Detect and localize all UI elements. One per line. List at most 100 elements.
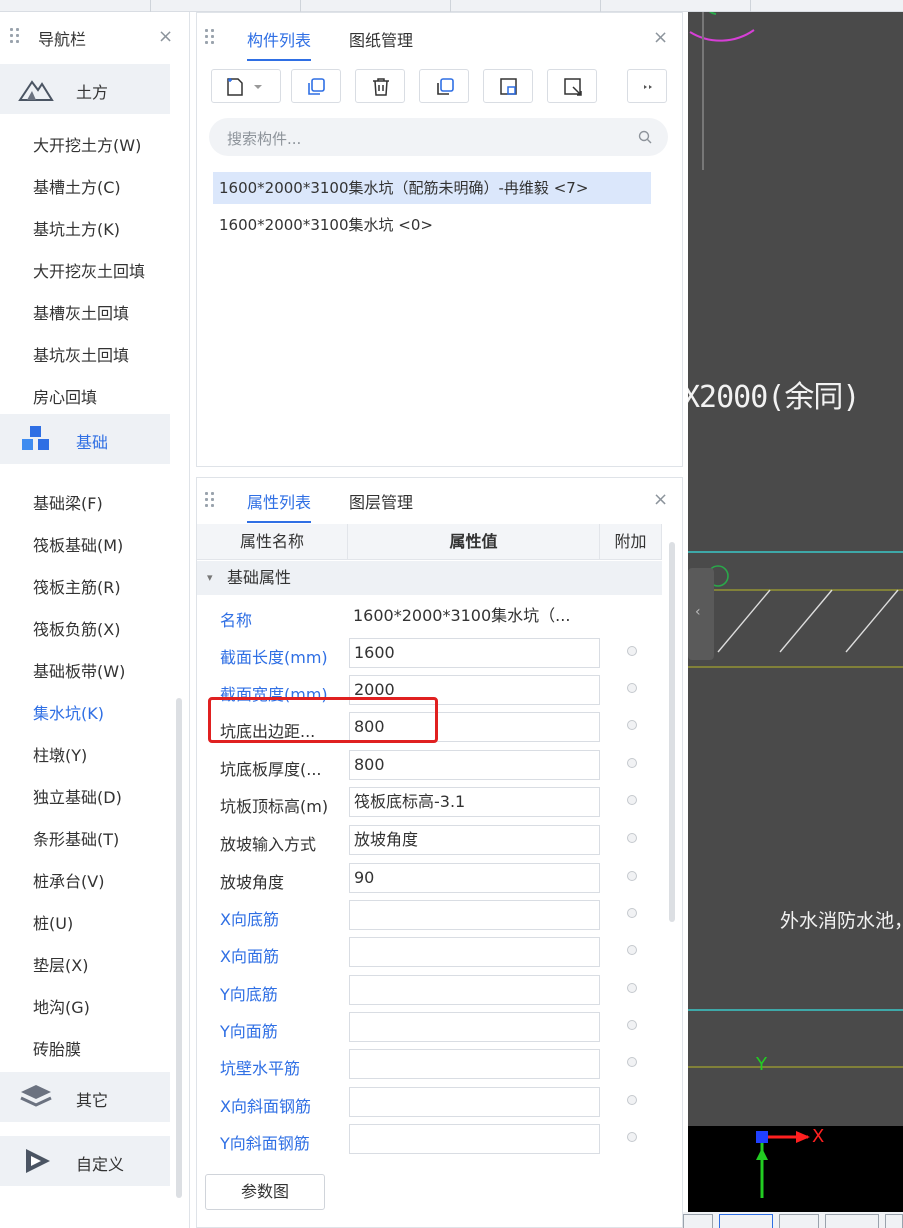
status-toggle-button[interactable] <box>683 1214 713 1228</box>
column-header-extra: 附加 <box>600 524 662 560</box>
property-value[interactable] <box>349 975 600 1005</box>
nav-item[interactable]: 条形基础(T) <box>33 826 119 850</box>
nav-item[interactable]: 大开挖土方(W) <box>33 132 141 156</box>
drag-handle-icon[interactable] <box>205 492 215 508</box>
nav-item[interactable]: 基坑灰土回填 <box>33 342 129 366</box>
parameter-diagram-button[interactable]: 参数图 <box>205 1174 325 1210</box>
property-group-row[interactable]: ▾ 基础属性 <box>197 561 662 595</box>
close-icon[interactable]: × <box>653 491 668 509</box>
extra-checkbox[interactable] <box>627 646 637 656</box>
tab-drawing-management[interactable]: 图纸管理 <box>349 27 413 51</box>
canvas-annotation-text: 外水消防水池，板 <box>780 910 903 932</box>
drawing-canvas[interactable]: X2000(余同) 外水消防水池，板 <box>688 12 903 1212</box>
drag-handle-icon[interactable] <box>205 29 215 45</box>
nav-item[interactable]: 砖胎膜 <box>33 1036 81 1060</box>
nav-item[interactable]: 地沟(G) <box>33 994 90 1018</box>
delete-button[interactable] <box>355 69 405 103</box>
ucs-axis-icon <box>756 1131 810 1198</box>
property-name: X向斜面钢筋 <box>220 1097 311 1116</box>
nav-item[interactable]: 桩承台(V) <box>33 868 104 892</box>
property-name: Y向面筋 <box>220 1022 278 1041</box>
category-custom[interactable]: 自定义 <box>0 1136 170 1186</box>
nav-item[interactable]: 桩(U) <box>33 910 73 934</box>
nav-item-selected[interactable]: 集水坑(K) <box>33 700 104 724</box>
status-toggle-button[interactable] <box>719 1214 773 1228</box>
search-icon[interactable] <box>638 130 652 144</box>
property-value[interactable]: 放坡角度 <box>349 825 600 855</box>
nav-item[interactable]: 独立基础(D) <box>33 784 122 808</box>
property-name: 放坡角度 <box>220 873 285 892</box>
nav-item[interactable]: 基坑土方(K) <box>33 216 120 240</box>
drag-handle-icon[interactable] <box>10 28 20 44</box>
extra-checkbox[interactable] <box>627 833 637 843</box>
close-icon[interactable]: × <box>653 29 668 47</box>
property-value[interactable] <box>349 1087 600 1117</box>
status-toggle-button[interactable] <box>885 1214 903 1228</box>
extra-checkbox[interactable] <box>627 983 637 993</box>
top-divider <box>600 0 601 12</box>
extra-checkbox[interactable] <box>627 908 637 918</box>
nav-item[interactable]: 基槽灰土回填 <box>33 300 129 324</box>
extra-checkbox[interactable] <box>627 758 637 768</box>
status-toggle-button[interactable] <box>825 1214 879 1228</box>
search-input[interactable]: 搜索构件... <box>209 118 668 156</box>
extra-checkbox[interactable] <box>627 1057 637 1067</box>
tab-layer-management[interactable]: 图层管理 <box>349 489 413 513</box>
component-list-item[interactable]: 1600*2000*3100集水坑 <0> <box>213 209 433 241</box>
property-value[interactable]: 1600 <box>349 638 600 668</box>
property-value[interactable] <box>349 1049 600 1079</box>
export-button[interactable] <box>547 69 597 103</box>
nav-scrollbar[interactable] <box>176 698 182 1198</box>
property-value[interactable]: 筏板底标高-3.1 <box>349 787 600 817</box>
nav-item[interactable]: 基槽土方(C) <box>33 174 121 198</box>
collapse-arrow-icon[interactable]: ▾ <box>207 561 213 595</box>
more-button[interactable] <box>627 69 667 103</box>
tab-property-list[interactable]: 属性列表 <box>247 489 312 523</box>
property-value[interactable]: 1600*2000*3100集水坑（... <box>349 602 600 632</box>
property-name: 名称 <box>220 611 253 630</box>
property-name: Y向底筋 <box>220 985 278 1004</box>
nav-item[interactable]: 大开挖灰土回填 <box>33 258 145 282</box>
extra-checkbox[interactable] <box>627 720 637 730</box>
property-value[interactable]: 800 <box>349 750 600 780</box>
nav-item[interactable]: 筏板基础(M) <box>33 532 123 556</box>
property-value[interactable] <box>349 900 600 930</box>
nav-item[interactable]: 筏板负筋(X) <box>33 616 120 640</box>
extra-checkbox[interactable] <box>627 683 637 693</box>
copy-to-floor-button[interactable] <box>419 69 469 103</box>
nav-item[interactable]: 基础板带(W) <box>33 658 125 682</box>
nav-item[interactable]: 柱墩(Y) <box>33 742 87 766</box>
property-value[interactable]: 90 <box>349 863 600 893</box>
extra-checkbox[interactable] <box>627 945 637 955</box>
property-value[interactable] <box>349 1124 600 1154</box>
property-value[interactable] <box>349 937 600 967</box>
component-list-item-selected[interactable]: 1600*2000*3100集水坑（配筋未明确）-冉维毅 <7> <box>213 172 651 204</box>
category-foundation[interactable]: 基础 <box>0 414 170 464</box>
panel-collapse-handle[interactable]: ‹ <box>688 568 714 660</box>
extra-checkbox[interactable] <box>627 1132 637 1142</box>
extra-checkbox[interactable] <box>627 871 637 881</box>
nav-item[interactable]: 垫层(X) <box>33 952 88 976</box>
nav-item[interactable]: 筏板主筋(R) <box>33 574 121 598</box>
nav-item[interactable]: 房心回填 <box>33 384 97 408</box>
property-name: 坑壁水平筋 <box>220 1059 301 1078</box>
save-button[interactable] <box>483 69 533 103</box>
extra-checkbox[interactable] <box>627 1095 637 1105</box>
category-earthwork[interactable]: 土方 <box>0 64 170 114</box>
category-label: 自定义 <box>76 1155 125 1174</box>
extra-checkbox[interactable] <box>627 1020 637 1030</box>
category-other[interactable]: 其它 <box>0 1072 170 1122</box>
foundation-icon <box>22 426 49 450</box>
property-value[interactable] <box>349 1012 600 1042</box>
nav-item[interactable]: 基础梁(F) <box>33 490 103 514</box>
nav-header: 导航栏 × <box>0 12 189 62</box>
copy-to-floor-icon <box>437 78 454 95</box>
close-icon[interactable]: × <box>158 28 173 46</box>
property-scrollbar[interactable] <box>669 542 675 922</box>
status-toggle-button[interactable] <box>779 1214 819 1228</box>
extra-checkbox[interactable] <box>627 795 637 805</box>
custom-icon <box>26 1149 50 1173</box>
copy-button[interactable] <box>291 69 341 103</box>
new-component-button[interactable] <box>211 69 281 103</box>
tab-component-list[interactable]: 构件列表 <box>247 27 312 61</box>
